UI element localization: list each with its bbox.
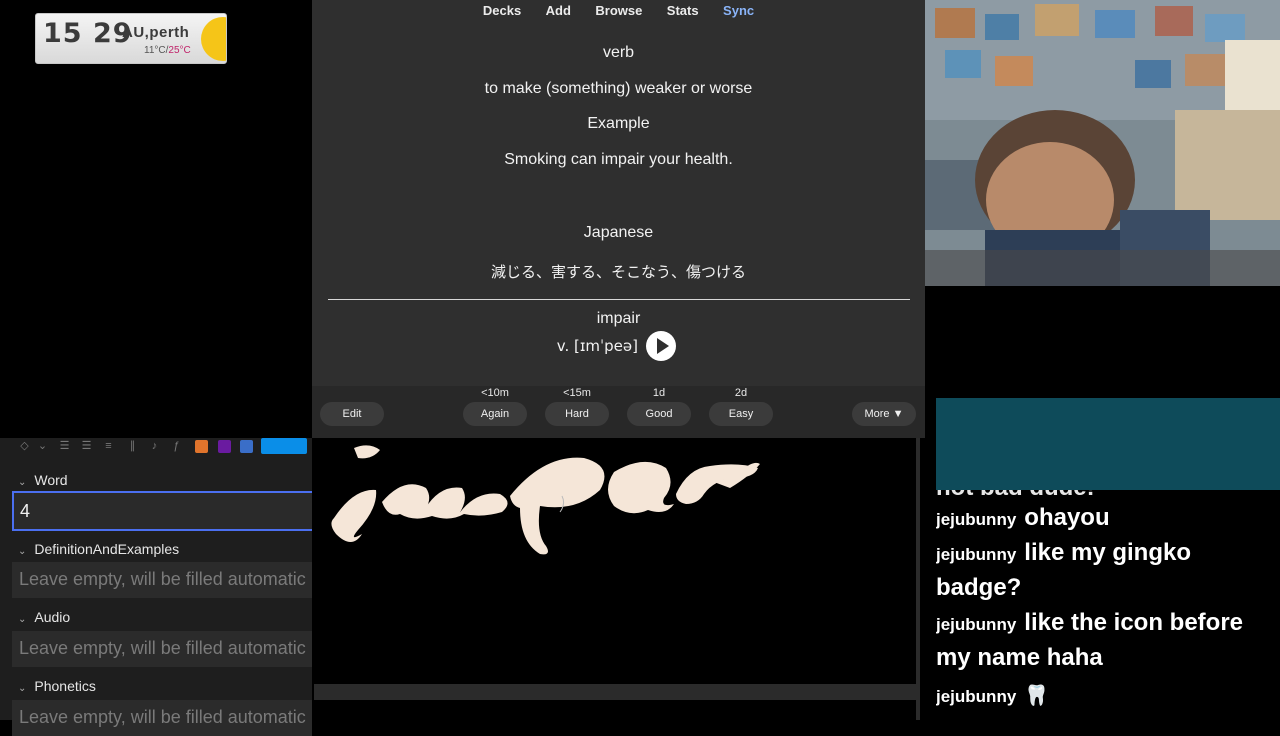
chat-message-continuation: badge?	[936, 570, 1276, 605]
microphone-icon[interactable]: ♪	[148, 440, 161, 453]
phonetics-field[interactable]: Leave empty, will be filled automatic	[12, 700, 312, 736]
card-divider	[328, 299, 910, 300]
attachment-icon[interactable]: ∥	[126, 440, 139, 453]
menu-add[interactable]: Add	[546, 3, 571, 18]
numbered-list-icon[interactable]: ☰	[80, 440, 93, 453]
phonetics-field-placeholder: Leave empty, will be filled automatic	[19, 707, 306, 727]
align-icon[interactable]: ≡	[102, 440, 115, 453]
chat-text: like the icon before	[1024, 609, 1243, 636]
chevron-down-icon: ⌄	[18, 477, 27, 488]
chevron-down-icon: ⌄	[18, 683, 27, 694]
chat-username[interactable]: jejubunny	[936, 615, 1016, 634]
chat-text: like my gingko	[1024, 539, 1191, 566]
addon-blue-icon[interactable]	[240, 440, 253, 453]
card-example: Smoking can impair your health.	[504, 151, 733, 168]
play-icon	[657, 338, 669, 354]
definition-field[interactable]: Leave empty, will be filled automatic	[12, 562, 312, 598]
chat-text: badge?	[936, 574, 1022, 601]
field-label-audio[interactable]: ⌄ Audio	[18, 609, 70, 625]
eraser-icon[interactable]: ◇	[18, 440, 31, 453]
chat-username[interactable]: jejubunny	[936, 510, 1016, 529]
temp-high: 25°C	[168, 45, 191, 56]
sun-icon	[201, 17, 226, 61]
more-button[interactable]: More ▼	[852, 402, 916, 426]
field-label-definition-text: DefinitionAndExamples	[34, 541, 180, 557]
definition-field-placeholder: Leave empty, will be filled automatic	[19, 569, 306, 589]
card-phonetic: v. [ɪmˈpeə]	[556, 337, 638, 355]
word-field[interactable]: 4	[12, 491, 312, 531]
editor-toolbar: ◇ ⌄ ☰ ☰ ≡ ∥ ♪ ƒ	[0, 438, 312, 458]
clock-time: 15 29	[43, 18, 133, 49]
easy-button[interactable]: Easy	[709, 402, 773, 426]
field-label-audio-text: Audio	[34, 609, 71, 625]
card-japanese: 減じる、害する、そこなう、傷つける	[490, 263, 746, 281]
card-part-of-speech: verb	[602, 44, 635, 61]
card-example-heading: Example	[587, 115, 650, 132]
again-button[interactable]: Again	[463, 402, 527, 426]
bullet-list-icon[interactable]: ☰	[58, 440, 71, 453]
field-label-definition[interactable]: ⌄ DefinitionAndExamples	[18, 541, 179, 557]
field-label-word-text: Word	[34, 472, 68, 488]
formula-icon[interactable]: ƒ	[170, 440, 183, 453]
menu-browse[interactable]: Browse	[595, 3, 642, 18]
handwriting-ink	[331, 445, 760, 555]
field-label-phonetics-text: Phonetics	[34, 678, 96, 694]
chat-message: jejubunny like the icon before	[936, 605, 1276, 642]
note-editor-panel: ◇ ⌄ ☰ ☰ ≡ ∥ ♪ ƒ ⌄ Word 4 ⌄ DefinitionAndEx…	[0, 438, 312, 736]
menu-decks[interactable]: Decks	[483, 3, 521, 18]
weather-temps: 11°C/25°C	[144, 45, 191, 56]
answer-bar: Edit <10m Again <15m Hard 1d Good 2d Eas…	[312, 386, 925, 438]
chevron-down-icon: ⌄	[18, 546, 27, 557]
temp-low: 11°C/	[144, 45, 169, 56]
anki-reviewer-window: Decks Add Browse Stats Sync verb to make…	[312, 0, 925, 438]
chat-text: ohayou	[1024, 504, 1110, 531]
chat-message: jejubunny like my gingko	[936, 535, 1276, 572]
due-hard: <15m	[563, 387, 591, 399]
chat-emote: 🦷	[1024, 683, 1050, 707]
hard-button[interactable]: Hard	[545, 402, 609, 426]
card-word: impair	[596, 310, 641, 327]
menu-stats[interactable]: Stats	[667, 3, 699, 18]
chevron-down-icon: ⌄	[18, 614, 27, 625]
handwriting-canvas[interactable]	[314, 438, 916, 684]
card-definition: to make (something) weaker or worse	[484, 80, 753, 97]
play-audio-button[interactable]	[646, 331, 676, 361]
due-again: <10m	[481, 387, 509, 399]
panel-divider	[916, 438, 920, 720]
due-good: 1d	[652, 387, 666, 399]
chat-message: jejubunny 🦷	[936, 677, 1276, 714]
addon-active-icon[interactable]	[261, 438, 307, 454]
addon-purple-icon[interactable]	[218, 440, 231, 453]
card-japanese-heading: Japanese	[583, 224, 654, 241]
webcam-image	[925, 0, 1280, 286]
menu-sync[interactable]: Sync	[723, 3, 754, 18]
chat-username[interactable]: jejubunny	[936, 687, 1016, 706]
chat-message: jejubunny ohayou	[936, 500, 1276, 537]
stream-chat: not bad dude! jejubunny ohayou jejubunny l…	[936, 470, 1280, 720]
word-field-value: 4	[20, 501, 31, 521]
main-menu-bar: Decks Add Browse Stats Sync	[312, 0, 925, 22]
edit-button[interactable]: Edit	[320, 402, 384, 426]
addon-orange-icon[interactable]	[195, 440, 208, 453]
due-easy: 2d	[734, 387, 748, 399]
field-label-word[interactable]: ⌄ Word	[18, 472, 68, 488]
webcam-feed	[925, 0, 1280, 286]
canvas-scrollbar[interactable]	[314, 684, 916, 700]
chat-text: my name haha	[936, 644, 1103, 671]
field-label-phonetics[interactable]: ⌄ Phonetics	[18, 678, 96, 694]
audio-field-placeholder: Leave empty, will be filled automatic	[19, 638, 306, 658]
weather-city: AU,perth	[122, 24, 190, 41]
chat-message-continuation: my name haha	[936, 640, 1276, 675]
good-button[interactable]: Good	[627, 402, 691, 426]
chevron-down-icon[interactable]: ⌄	[36, 440, 49, 453]
audio-field[interactable]: Leave empty, will be filled automatic	[12, 631, 312, 667]
chat-username[interactable]: jejubunny	[936, 545, 1016, 564]
chat-partial-text: not bad dude!	[936, 474, 1095, 501]
weather-widget: 15 29 AU,perth 11°C/25°C	[35, 13, 227, 64]
canvas-footer	[314, 700, 916, 720]
